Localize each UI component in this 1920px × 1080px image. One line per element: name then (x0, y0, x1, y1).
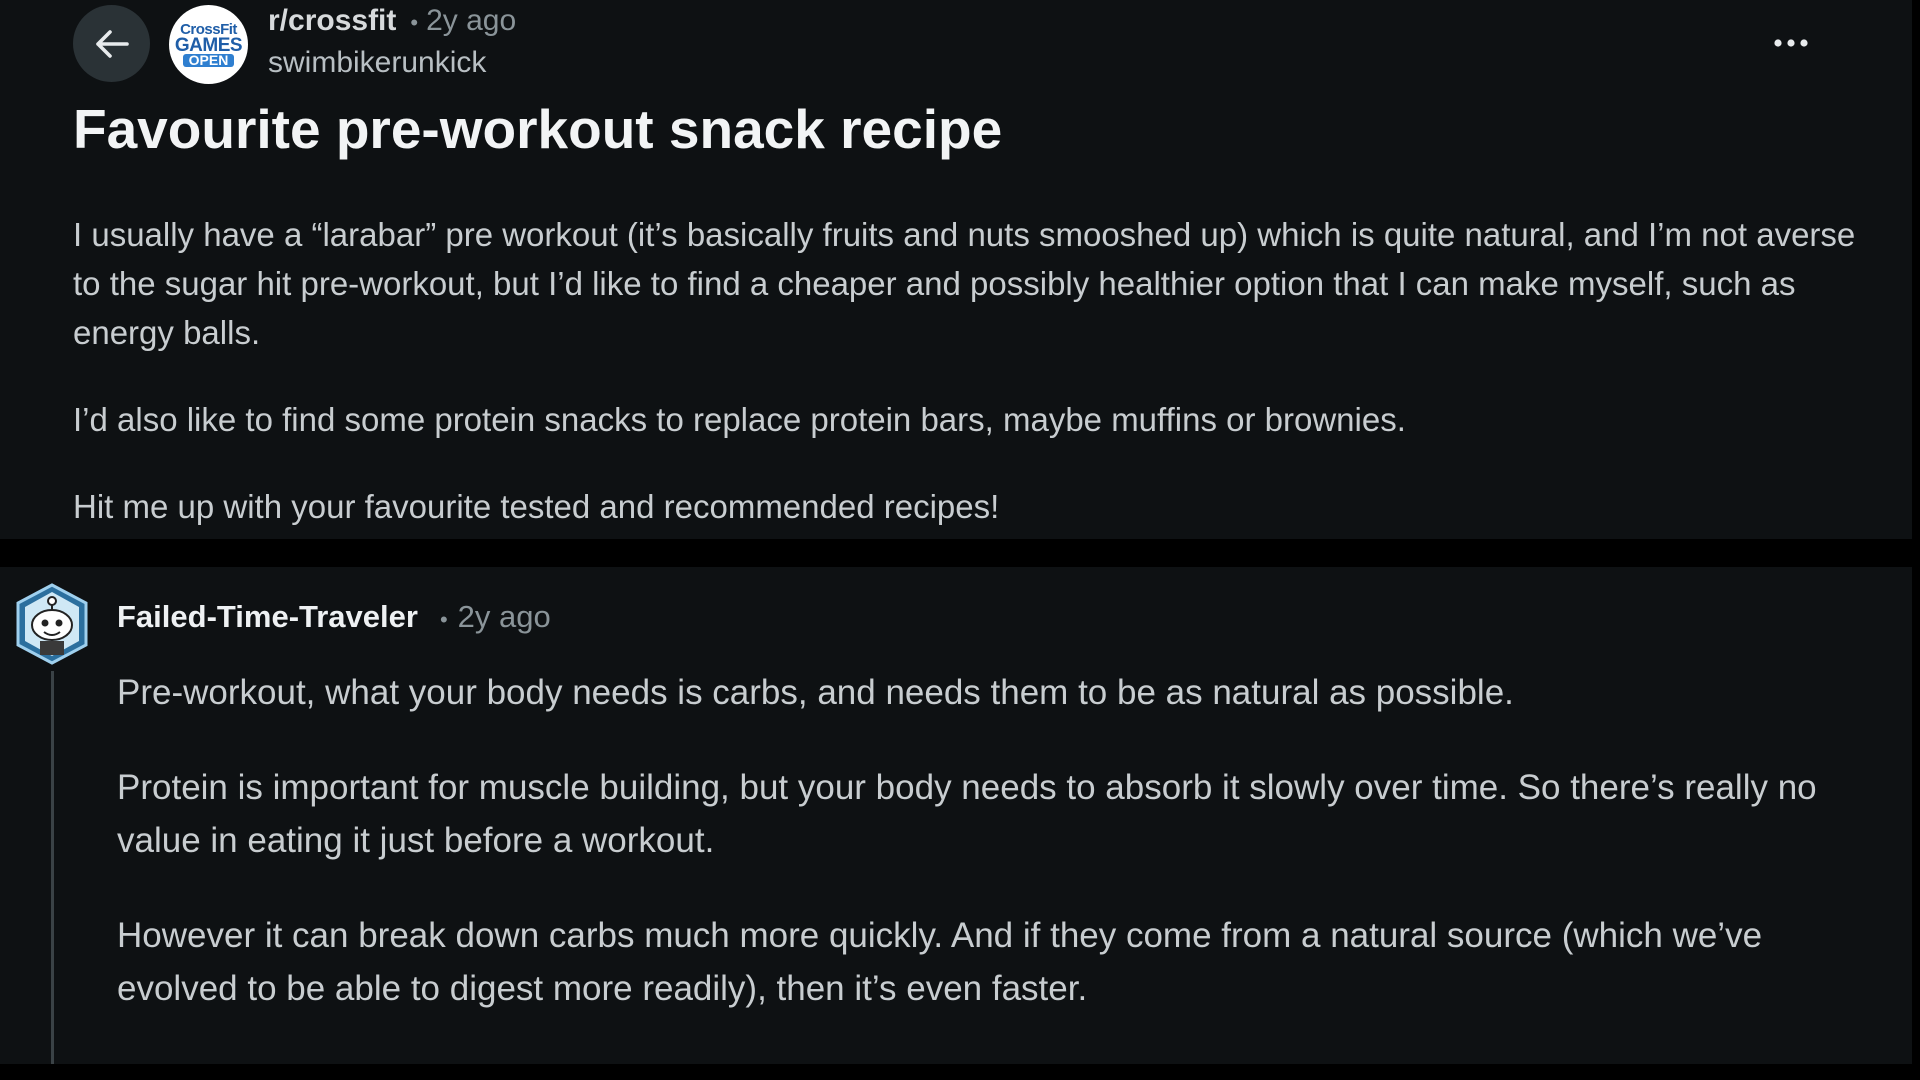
subreddit-link[interactable]: r/crossfit (268, 4, 396, 38)
comment-timestamp: 2y ago (457, 599, 551, 634)
post-body: I usually have a “larabar” pre workout (… (73, 210, 1863, 569)
meta-separator: • (410, 10, 419, 35)
post-paragraph: Hit me up with your favourite tested and… (73, 488, 1000, 525)
post-meta: r/crossfit • 2y ago (268, 4, 516, 38)
more-horizontal-icon (1774, 39, 1808, 47)
comment-author-link[interactable]: Failed-Time-Traveler (117, 599, 418, 635)
back-button[interactable] (73, 5, 150, 82)
arrow-left-icon (95, 29, 129, 58)
subreddit-avatar[interactable]: CrossFit GAMES OPEN (169, 5, 248, 84)
avatar-logo-line2: GAMES (174, 34, 243, 56)
user-snoo-avatar-icon[interactable] (14, 583, 90, 665)
screen: CrossFit GAMES OPEN r/crossfit • 2y ago … (0, 0, 1920, 1080)
comment-paragraph: Protein is important for muscle building… (117, 768, 1817, 860)
comment-body: Pre-workout, what your body needs is car… (117, 666, 1877, 1057)
more-options-button[interactable] (1766, 26, 1816, 60)
comment-paragraph: However it can break down carbs much mor… (117, 916, 1763, 1008)
post-paragraph: I usually have a “larabar” pre workout (… (73, 216, 1856, 351)
post-paragraph: I’d also like to find some protein snack… (73, 401, 1406, 438)
post-author-link[interactable]: swimbikerunkick (268, 46, 486, 80)
comment-card: Failed-Time-Traveler • 2y ago Pre-workou… (0, 567, 1912, 1064)
avatar-logo-line3: OPEN (182, 53, 235, 67)
post-timestamp: 2y ago (426, 4, 517, 37)
thread-collapse-line[interactable] (51, 671, 54, 1064)
post-title: Favourite pre-workout snack recipe (73, 98, 1003, 160)
meta-separator: • (439, 607, 448, 632)
comment-meta: Failed-Time-Traveler • 2y ago (117, 599, 551, 635)
comment-paragraph: Pre-workout, what your body needs is car… (117, 673, 1514, 712)
post-card: CrossFit GAMES OPEN r/crossfit • 2y ago … (0, 0, 1912, 539)
